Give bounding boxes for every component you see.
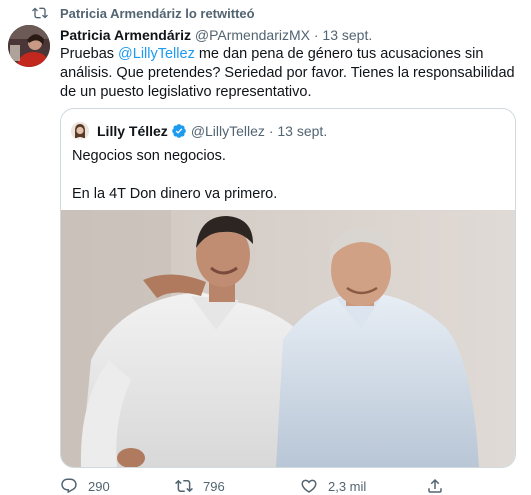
retweet-context-label: Patricia Armendáriz lo retwitteó bbox=[60, 5, 255, 21]
photo-image bbox=[61, 210, 515, 467]
quoted-author-name[interactable]: Lilly Téllez bbox=[97, 123, 168, 139]
reply-count: 290 bbox=[88, 478, 110, 494]
reply-button[interactable]: 290 bbox=[60, 477, 110, 495]
like-count: 2,3 mil bbox=[328, 478, 367, 494]
quoted-author-avatar[interactable] bbox=[71, 122, 89, 140]
share-icon bbox=[428, 478, 442, 493]
tweet-date[interactable]: 13 sept. bbox=[322, 27, 372, 43]
like-icon bbox=[301, 479, 317, 493]
tweet-text: Pruebas @LillyTellez me dan pena de géne… bbox=[60, 45, 520, 102]
quoted-author-handle[interactable]: @LillyTellez bbox=[191, 123, 265, 139]
header-separator: · bbox=[313, 27, 319, 43]
avatar-image bbox=[8, 25, 50, 67]
mention-link[interactable]: @LillyTellez bbox=[118, 46, 195, 62]
author-handle[interactable]: @PArmendarizMX bbox=[195, 27, 310, 43]
quoted-tweet-text: Negocios son negocios. En la 4T Don dine… bbox=[72, 147, 502, 204]
retweet-count: 796 bbox=[203, 478, 225, 494]
tweet-actions: 290 796 2,3 mil bbox=[60, 476, 460, 495]
retweet-context[interactable]: Patricia Armendáriz lo retwitteó bbox=[32, 5, 255, 21]
like-button[interactable]: 2,3 mil bbox=[300, 477, 366, 495]
quoted-header-separator: · bbox=[268, 123, 274, 139]
tweet-text-before: Pruebas bbox=[60, 46, 119, 62]
tweet-header: Patricia Armendáriz @PArmendarizMX · 13 … bbox=[60, 26, 372, 44]
tweet-photo[interactable] bbox=[61, 210, 515, 467]
retweet-button[interactable]: 796 bbox=[175, 477, 225, 495]
retweet-icon bbox=[175, 479, 193, 493]
verified-badge-icon bbox=[171, 124, 186, 138]
quoted-tweet-header: Lilly Téllez @LillyTellez · 13 sept. bbox=[71, 121, 327, 141]
author-avatar[interactable] bbox=[8, 25, 50, 67]
quoted-tweet[interactable]: Lilly Téllez @LillyTellez · 13 sept. Neg… bbox=[60, 108, 516, 468]
quoted-line-1: Negocios son negocios. bbox=[72, 148, 226, 164]
reply-icon bbox=[61, 478, 77, 494]
retweet-icon bbox=[32, 7, 48, 19]
quoted-line-2: En la 4T Don dinero va primero. bbox=[72, 186, 278, 202]
quoted-avatar-image bbox=[71, 122, 89, 140]
author-name[interactable]: Patricia Armendáriz bbox=[60, 27, 191, 43]
share-button[interactable] bbox=[426, 477, 454, 495]
quoted-tweet-date[interactable]: 13 sept. bbox=[277, 123, 327, 139]
